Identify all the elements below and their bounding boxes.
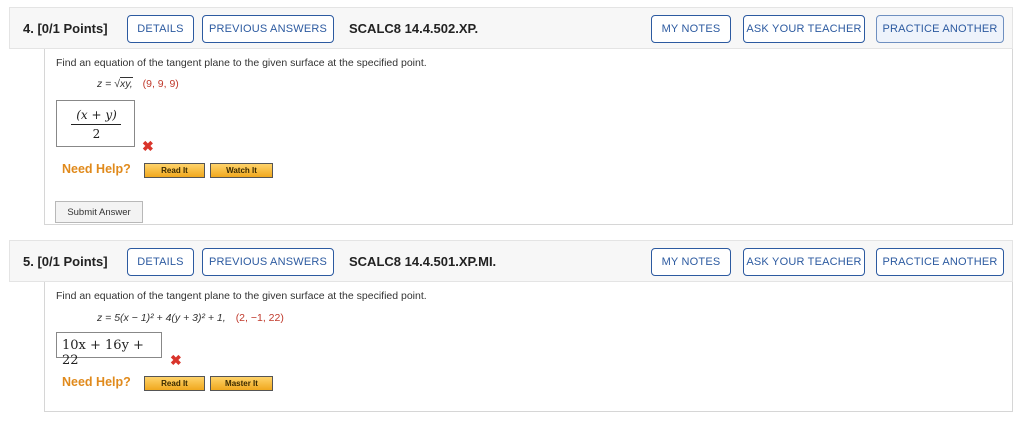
master-it-button[interactable]: Master It bbox=[210, 376, 273, 391]
practice-another-button[interactable]: PRACTICE ANOTHER bbox=[876, 248, 1004, 276]
need-help-label: Need Help? bbox=[62, 162, 131, 176]
specified-point: (9, 9, 9) bbox=[142, 78, 179, 90]
fraction-bar bbox=[71, 124, 121, 125]
read-it-button[interactable]: Read It bbox=[144, 376, 205, 391]
question-prompt: Find an equation of the tangent plane to… bbox=[56, 57, 427, 69]
specified-point: (2, −1, 22) bbox=[235, 312, 284, 324]
question-5-body: Find an equation of the tangent plane to… bbox=[44, 282, 1013, 412]
ask-teacher-button[interactable]: ASK YOUR TEACHER bbox=[743, 248, 865, 276]
answer-box[interactable]: 10x + 16y + 22 bbox=[56, 332, 162, 368]
watch-it-button[interactable]: Watch It bbox=[210, 163, 273, 178]
answer-box[interactable]: (x + y) 2 bbox=[56, 100, 135, 147]
details-button[interactable]: DETAILS bbox=[127, 15, 194, 43]
question-4-header: 4. [0/1 Points] DETAILS PREVIOUS ANSWERS… bbox=[9, 7, 1013, 49]
previous-answers-button[interactable]: PREVIOUS ANSWERS bbox=[202, 15, 334, 43]
question-5-code: SCALC8 14.4.501.XP.MI. bbox=[349, 254, 497, 269]
practice-another-button[interactable]: PRACTICE ANOTHER bbox=[876, 15, 1004, 43]
question-5-points: 5. [0/1 Points] bbox=[23, 254, 108, 269]
cross-icon: ✖ bbox=[170, 352, 182, 368]
question-4-code: SCALC8 14.4.502.XP. bbox=[349, 21, 479, 36]
cross-icon: ✖ bbox=[142, 138, 154, 154]
my-notes-button[interactable]: MY NOTES bbox=[651, 248, 731, 276]
question-4-points: 4. [0/1 Points] bbox=[23, 21, 108, 36]
details-button[interactable]: DETAILS bbox=[127, 248, 194, 276]
answer-denominator: 2 bbox=[92, 127, 101, 141]
submit-answer-button[interactable]: Submit Answer bbox=[55, 201, 143, 223]
my-notes-button[interactable]: MY NOTES bbox=[651, 15, 731, 43]
question-5-header: 5. [0/1 Points] DETAILS PREVIOUS ANSWERS… bbox=[9, 240, 1013, 282]
question-equation: z = 5(x − 1)² + 4(y + 3)² + 1, (2, −1, 22… bbox=[97, 312, 284, 324]
question-4-body: Find an equation of the tangent plane to… bbox=[44, 49, 1013, 225]
question-equation: z = √xy, (9, 9, 9) bbox=[97, 77, 179, 90]
read-it-button[interactable]: Read It bbox=[144, 163, 205, 178]
question-prompt: Find an equation of the tangent plane to… bbox=[56, 290, 427, 302]
need-help-label: Need Help? bbox=[62, 375, 131, 389]
ask-teacher-button[interactable]: ASK YOUR TEACHER bbox=[743, 15, 865, 43]
previous-answers-button[interactable]: PREVIOUS ANSWERS bbox=[202, 248, 334, 276]
answer-numerator: (x + y) bbox=[76, 108, 117, 122]
